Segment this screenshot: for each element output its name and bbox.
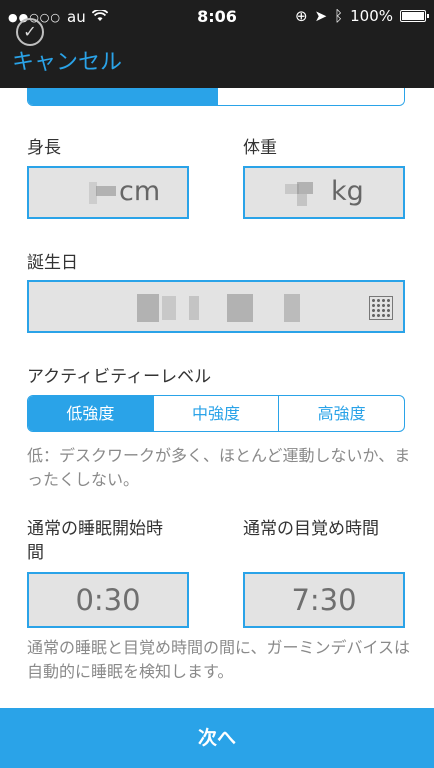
birthday-value-masked	[227, 294, 253, 322]
location-icon: ➤	[314, 7, 328, 25]
height-unit: cm	[119, 176, 161, 207]
sleep-description: 通常の睡眠と目覚め時間の間に、ガーミンデバイスは自動的に睡眠を検知します。	[27, 638, 411, 681]
height-field[interactable]: cm	[27, 166, 189, 219]
birthday-value-masked	[189, 296, 199, 320]
weight-label: 体重	[243, 138, 277, 158]
battery-percent: 100%	[350, 7, 393, 25]
weight-field[interactable]: kg	[243, 166, 405, 219]
sleep-start-field[interactable]: 0:30	[27, 572, 189, 628]
gender-option-selected[interactable]	[28, 88, 217, 105]
check-icon: ✓	[16, 18, 44, 46]
height-value-masked	[96, 186, 116, 196]
gender-option[interactable]	[217, 88, 404, 105]
height-label: 身長	[27, 138, 61, 158]
status-bar: ●●○○○ au 8:06 ⊕ ➤ ᛒ 100%	[0, 0, 434, 34]
cancel-button[interactable]: キャンセル	[12, 44, 122, 76]
weight-unit: kg	[331, 176, 364, 207]
activity-option-low[interactable]: 低強度	[28, 396, 153, 431]
weight-value-masked	[297, 182, 313, 194]
weight-value-masked	[297, 194, 307, 206]
rotation-lock-icon: ⊕	[294, 7, 308, 25]
sleep-start-label: 通常の睡眠開始時間	[27, 519, 163, 563]
battery-icon	[400, 10, 429, 22]
activity-description: 低：デスクワークが多く、ほとんど運動しないか、まったくしない。	[27, 446, 411, 489]
activity-option-high[interactable]: 高強度	[278, 396, 404, 431]
gender-selector[interactable]	[27, 88, 405, 106]
calendar-icon[interactable]	[369, 296, 393, 320]
wake-time-field[interactable]: 7:30	[243, 572, 405, 628]
wake-time-label: 通常の目覚め時間	[243, 519, 379, 539]
activity-option-medium[interactable]: 中強度	[152, 396, 279, 431]
next-button[interactable]: 次へ	[0, 708, 434, 768]
birthday-value-masked	[137, 294, 159, 322]
top-bar: ●●○○○ au 8:06 ⊕ ➤ ᛒ 100% ✓ キャンセル	[0, 0, 434, 88]
activity-level-label: アクティビティーレベル	[27, 367, 212, 387]
status-icons: ⊕ ➤ ᛒ 100%	[294, 7, 429, 25]
birthday-value-masked	[162, 296, 176, 320]
birthday-field[interactable]	[27, 280, 405, 333]
birthday-label: 誕生日	[27, 253, 78, 273]
birthday-value-masked	[284, 294, 300, 322]
activity-level-selector[interactable]: 低強度 中強度 高強度	[27, 395, 405, 432]
bluetooth-icon: ᛒ	[334, 7, 344, 25]
